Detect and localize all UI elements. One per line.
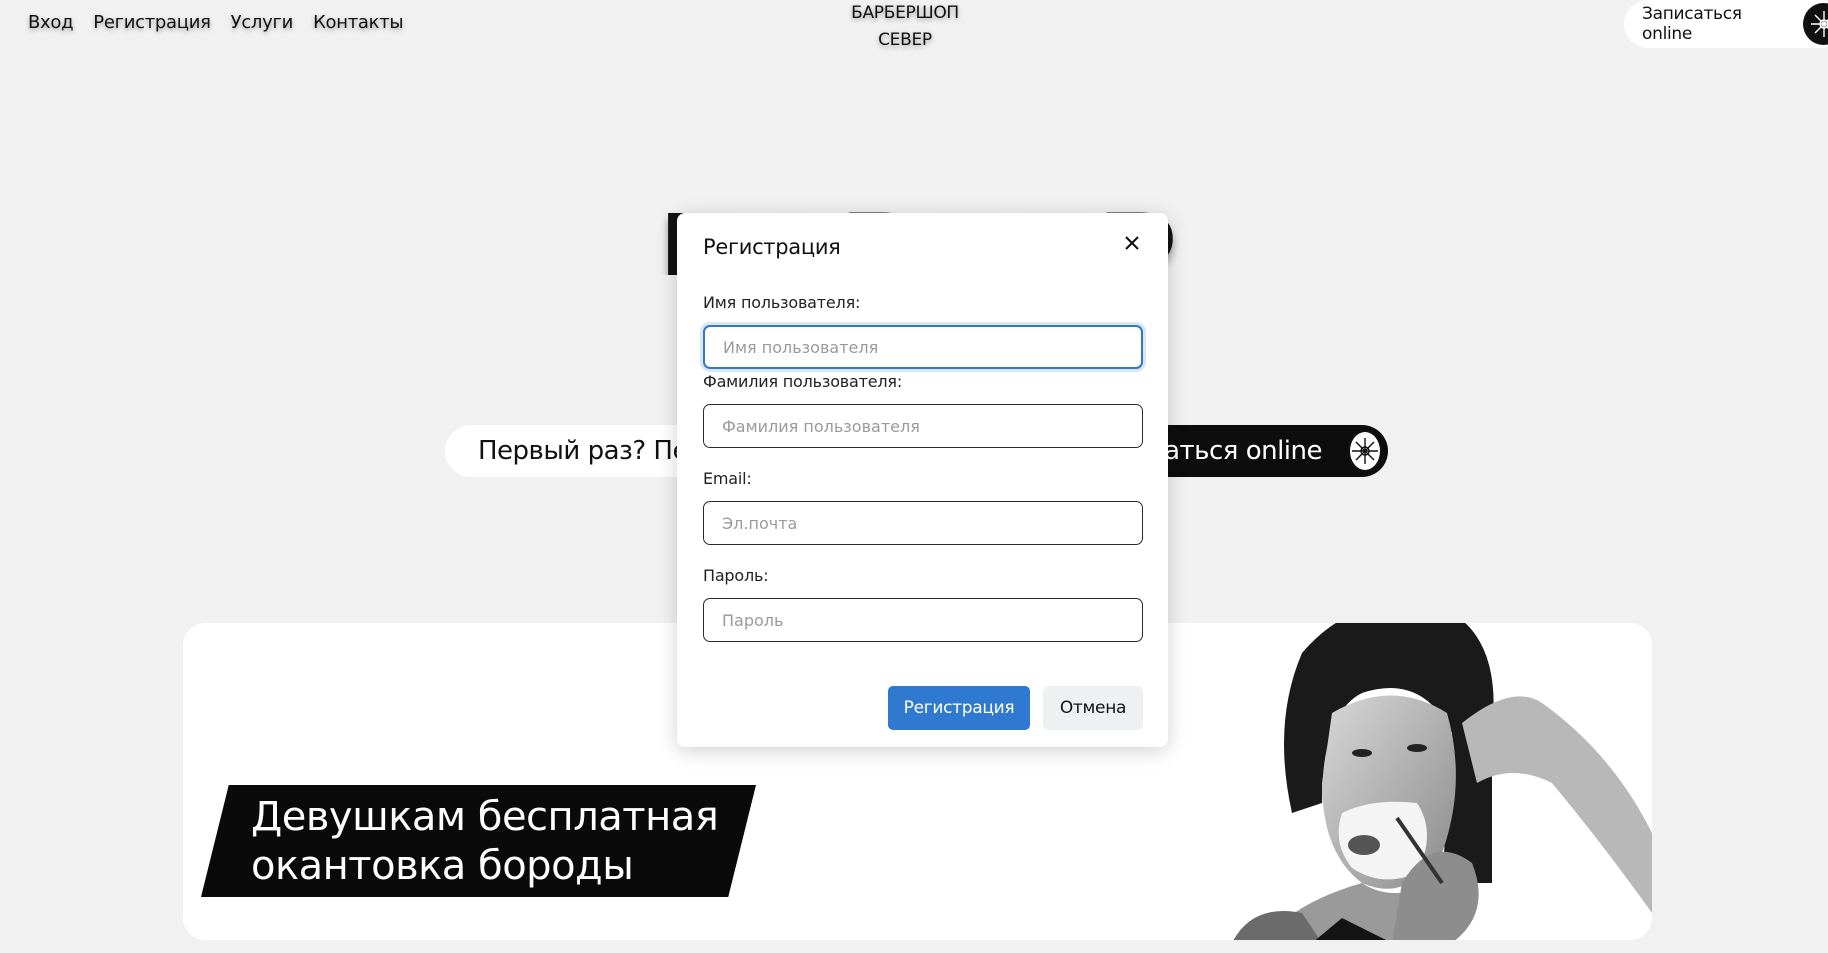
email-input[interactable] xyxy=(703,501,1143,545)
password-input[interactable] xyxy=(703,598,1143,642)
compass-icon xyxy=(1803,3,1828,45)
header-book-online-label: Записаться online xyxy=(1642,4,1742,44)
brand-line-1: БАРБЕРШОП xyxy=(851,3,959,23)
register-submit-button[interactable]: Регистрация xyxy=(888,686,1030,730)
compass-icon xyxy=(1348,430,1382,472)
nav-login-link[interactable]: Вход xyxy=(28,12,74,33)
username-label: Имя пользователя: xyxy=(703,293,861,312)
username-input[interactable] xyxy=(703,325,1143,369)
header-book-online-button[interactable]: Записаться online xyxy=(1624,0,1828,48)
close-icon[interactable] xyxy=(1118,229,1146,257)
brand-logo[interactable]: БАРБЕРШОП СЕВЕР xyxy=(845,0,965,54)
surname-input[interactable] xyxy=(703,404,1143,448)
nav-services-link[interactable]: Услуги xyxy=(231,12,294,33)
registration-modal: Регистрация Имя пользователя: Фамилия по… xyxy=(677,213,1168,747)
nav-contacts-link[interactable]: Контакты xyxy=(313,12,404,33)
promo-line-1: Девушкам бесплатная xyxy=(251,794,719,840)
nav-register-link[interactable]: Регистрация xyxy=(93,12,211,33)
promo-line-2: окантовка бороды xyxy=(251,843,634,889)
modal-title: Регистрация xyxy=(703,235,841,259)
brand-line-2: СЕВЕР xyxy=(878,30,932,50)
woman-shaving-photo xyxy=(1233,623,1652,940)
surname-label: Фамилия пользователя: xyxy=(703,372,903,391)
password-label: Пароль: xyxy=(703,566,769,585)
top-nav: Вход Регистрация Услуги Контакты xyxy=(28,12,404,33)
cancel-button[interactable]: Отмена xyxy=(1043,686,1143,730)
email-label: Email: xyxy=(703,469,752,488)
promo-text: Девушкам бесплатная окантовка бороды xyxy=(251,793,751,891)
